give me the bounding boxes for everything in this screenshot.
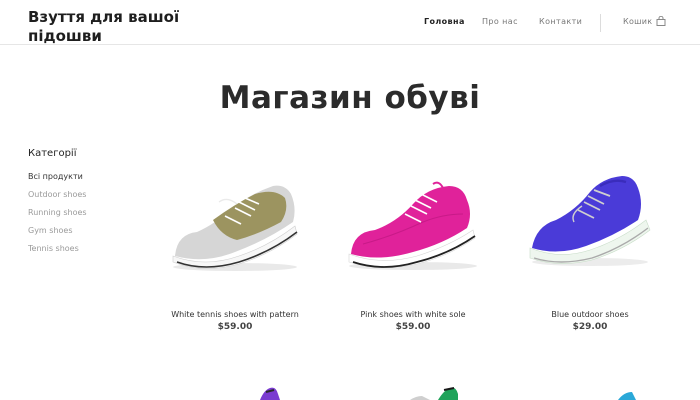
nav-contacts[interactable]: Контакти — [539, 17, 582, 26]
product-name[interactable]: Pink shoes with white sole — [333, 310, 493, 319]
product-name[interactable]: White tennis shoes with pattern — [155, 310, 315, 319]
category-running-shoes[interactable]: Running shoes — [28, 208, 87, 217]
category-outdoor-shoes[interactable]: Outdoor shoes — [28, 190, 86, 199]
site-logo[interactable]: Взуття для вашої підошви — [28, 8, 188, 44]
cart-link[interactable]: Кошик — [623, 17, 652, 26]
categories-heading: Категорії — [28, 148, 77, 159]
product-image-pink-shoe[interactable] — [333, 174, 493, 284]
shopping-bag-icon[interactable] — [656, 16, 666, 26]
product-image-peek[interactable] — [240, 380, 300, 400]
product-price: $59.00 — [395, 322, 431, 332]
product-price: $59.00 — [217, 322, 253, 332]
product-image-peek[interactable] — [400, 380, 480, 400]
site-header: Взуття для вашої підошви Головна Про нас… — [0, 0, 700, 45]
category-all-products[interactable]: Всі продукти — [28, 172, 83, 181]
nav-about[interactable]: Про нас — [482, 17, 518, 26]
header-divider — [600, 14, 601, 32]
product-image-white-tennis-shoe[interactable] — [155, 174, 315, 284]
product-price: $29.00 — [572, 322, 608, 332]
nav-home[interactable]: Головна — [424, 17, 465, 26]
product-image-peek[interactable] — [610, 380, 650, 400]
product-image-blue-outdoor-shoe[interactable] — [510, 174, 670, 284]
category-tennis-shoes[interactable]: Tennis shoes — [28, 244, 79, 253]
category-gym-shoes[interactable]: Gym shoes — [28, 226, 73, 235]
product-name[interactable]: Blue outdoor shoes — [510, 310, 670, 319]
page-title: Магазин обуві — [219, 80, 481, 116]
